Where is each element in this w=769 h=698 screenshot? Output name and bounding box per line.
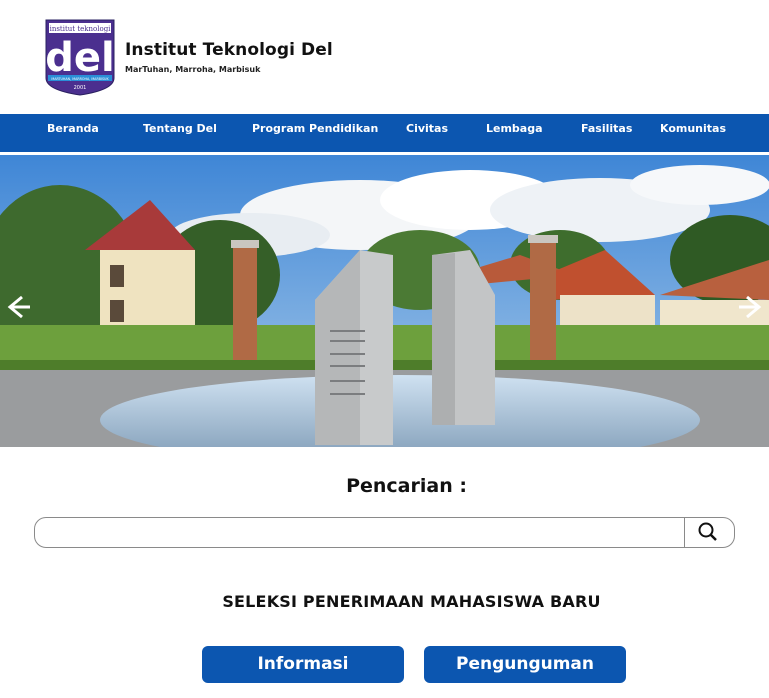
nav-item-komunitas[interactable]: Komunitas	[660, 114, 726, 152]
nav-item-civitas[interactable]: Civitas	[406, 114, 448, 152]
svg-text:institut teknologi: institut teknologi	[50, 25, 112, 33]
search-icon	[698, 522, 717, 541]
institution-logo[interactable]: institut teknologi del MARTUHAN, MARROHA…	[44, 18, 116, 96]
logo-emblem: institut teknologi del MARTUHAN, MARROHA…	[45, 19, 115, 96]
search-button[interactable]	[684, 518, 734, 547]
carousel-next-button[interactable]	[737, 293, 765, 321]
chevron-right-icon	[739, 295, 762, 319]
nav-item-tentang-del[interactable]: Tentang Del	[143, 114, 217, 152]
nav-item-fasilitas[interactable]: Fasilitas	[581, 114, 632, 152]
nav-item-beranda[interactable]: Beranda	[47, 114, 99, 152]
svg-text:2001: 2001	[74, 85, 87, 91]
nav-item-program-pendidikan[interactable]: Program Pendidikan	[252, 114, 378, 152]
svg-text:MARTUHAN, MARROHA, MARBISUK: MARTUHAN, MARROHA, MARBISUK	[51, 77, 109, 81]
hero-carousel	[0, 155, 769, 447]
search-heading: Pencarian :	[346, 475, 467, 497]
search-input[interactable]	[47, 522, 677, 544]
site-header: institut teknologi del MARTUHAN, MARROHA…	[0, 0, 769, 114]
nav-item-lembaga[interactable]: Lembaga	[486, 114, 543, 152]
search-bar	[34, 517, 735, 548]
site-tagline: MarTuhan, Marroha, Marbisuk	[125, 65, 261, 74]
pengunguman-button[interactable]: Pengunguman	[424, 646, 626, 683]
carousel-prev-button[interactable]	[4, 293, 32, 321]
informasi-button[interactable]: Informasi	[202, 646, 404, 683]
admission-section-title: SELEKSI PENERIMAAN MAHASISWA BARU	[222, 592, 601, 611]
svg-text:del: del	[45, 35, 114, 81]
campus-photo	[0, 155, 769, 447]
main-navigation: Beranda Tentang Del Program Pendidikan C…	[0, 114, 769, 152]
site-title: Institut Teknologi Del	[125, 40, 333, 60]
chevron-left-icon	[7, 295, 30, 319]
